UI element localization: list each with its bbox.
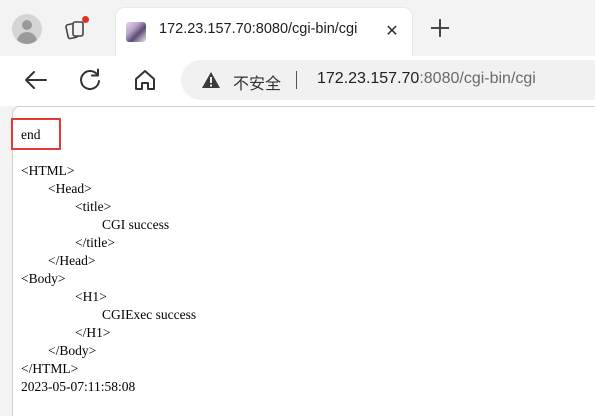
warning-triangle-icon[interactable] <box>201 71 221 89</box>
active-tab[interactable]: 172.23.157.70:8080/cgi-bin/cgi ✕ <box>116 8 412 56</box>
profile-avatar-icon[interactable] <box>12 14 42 44</box>
site-favicon-icon <box>126 22 146 42</box>
navigation-toolbar: 不安全 172.23.157.70:8080/cgi-bin/cgi <box>0 56 595 106</box>
new-tab-plus-icon[interactable] <box>428 16 452 40</box>
workspaces-icon[interactable] <box>64 16 90 42</box>
notification-dot <box>82 16 89 23</box>
url-path: :8080/cgi-bin/cgi <box>419 70 536 87</box>
tab-strip: 172.23.157.70:8080/cgi-bin/cgi ✕ <box>0 0 595 56</box>
cgi-output-text: <HTML> <Head> <title> CGI success </titl… <box>21 163 197 394</box>
security-status-label[interactable]: 不安全 <box>233 70 281 94</box>
home-icon[interactable] <box>131 66 159 94</box>
reload-icon[interactable] <box>76 66 104 94</box>
back-arrow-icon[interactable] <box>22 66 50 94</box>
url-host: 172.23.157.70 <box>317 70 420 87</box>
tab-title: 172.23.157.70:8080/cgi-bin/cgi <box>159 21 358 37</box>
end-text: end <box>21 127 41 142</box>
url-text[interactable]: 172.23.157.70:8080/cgi-bin/cgi <box>317 70 536 88</box>
address-bar[interactable]: 不安全 172.23.157.70:8080/cgi-bin/cgi <box>181 60 595 100</box>
page-content: end <HTML> <Head> <title> CGI success </… <box>11 106 595 416</box>
browser-window: 172.23.157.70:8080/cgi-bin/cgi ✕ 不安全 172… <box>0 0 595 416</box>
tab-close-icon[interactable]: ✕ <box>382 22 402 42</box>
address-divider <box>296 71 297 89</box>
